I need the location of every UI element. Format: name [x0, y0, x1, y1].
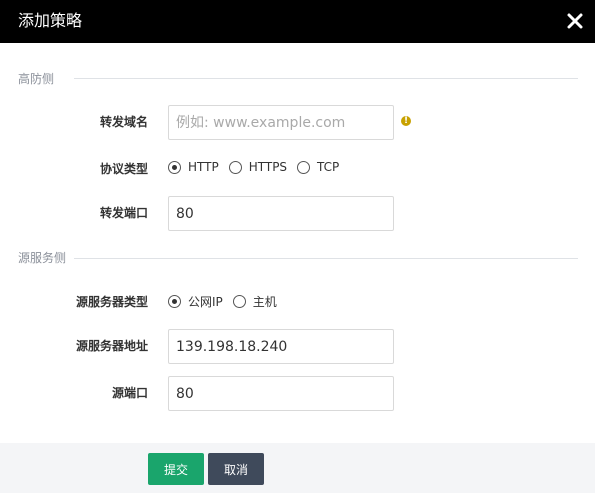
protocol-option-label: HTTP — [188, 160, 219, 174]
protocol-radio-https[interactable]: HTTPS — [228, 160, 288, 174]
radio-checked-icon — [168, 295, 181, 308]
protocol-type-label: 协议类型 — [99, 162, 148, 176]
radio-unchecked-icon — [297, 160, 311, 174]
section-label-frontend: 高防侧 — [18, 72, 55, 86]
origin-option-label: 主机 — [252, 295, 277, 309]
protocol-type-radio-group: HTTP HTTPS TCP — [168, 160, 349, 174]
radio-checked-icon — [168, 160, 181, 174]
dialog-title: 添加策略 — [18, 11, 83, 30]
protocol-option-label: TCP — [317, 160, 340, 174]
origin-server-address-label: 源服务器地址 — [75, 339, 148, 353]
section-label-origin: 源服务侧 — [18, 251, 67, 265]
origin-port-input[interactable] — [168, 376, 394, 411]
warning-icon[interactable]: ! — [401, 116, 411, 126]
protocol-option-label: HTTPS — [248, 160, 288, 174]
forward-domain-input[interactable] — [168, 105, 394, 140]
dialog-footer — [0, 443, 595, 493]
origin-radio-host[interactable]: 主机 — [232, 293, 277, 310]
section-divider — [74, 78, 578, 79]
radio-unchecked-icon — [228, 160, 242, 174]
origin-server-type-label: 源服务器类型 — [75, 295, 148, 309]
protocol-radio-tcp[interactable]: TCP — [297, 160, 339, 174]
close-icon[interactable] — [565, 11, 585, 31]
dialog-titlebar: 添加策略 — [0, 0, 595, 43]
forward-port-label: 转发端口 — [99, 206, 148, 220]
origin-radio-public-ip[interactable]: 公网IP — [168, 293, 223, 310]
origin-server-address-input[interactable] — [168, 329, 394, 364]
forward-port-input[interactable] — [168, 196, 394, 231]
origin-option-label: 公网IP — [188, 295, 223, 309]
protocol-radio-http[interactable]: HTTP — [168, 160, 219, 174]
origin-port-label: 源端口 — [111, 386, 148, 400]
forward-domain-label: 转发域名 — [99, 115, 148, 129]
submit-button[interactable]: 提交 — [148, 453, 204, 485]
radio-unchecked-icon — [232, 295, 246, 308]
section-divider — [74, 258, 578, 259]
add-policy-dialog: 添加策略 高防侧 转发域名 ! 协议类型 HTTP HTTPS TCP 转发端口… — [0, 0, 595, 493]
cancel-button[interactable]: 取消 — [208, 453, 264, 485]
origin-server-type-radio-group: 公网IP 主机 — [168, 293, 287, 310]
